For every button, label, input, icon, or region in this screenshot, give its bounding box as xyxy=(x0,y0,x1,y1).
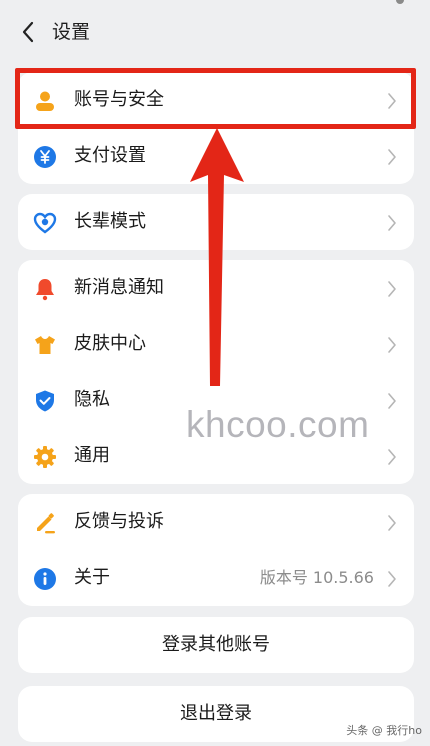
chevron-right-icon xyxy=(386,213,398,233)
chevron-right-icon xyxy=(386,279,398,299)
row-label: 关于 xyxy=(74,567,110,588)
credit-label: 头条 @ 我行ho xyxy=(346,724,422,737)
top-bar: 设置 xyxy=(0,0,430,64)
chevron-right-icon xyxy=(386,147,398,167)
chevron-right-icon xyxy=(386,447,398,467)
watermark: khcoo.com xyxy=(186,404,370,445)
row-label: 新消息通知 xyxy=(74,277,164,298)
switch-account-button[interactable]: 登录其他账号 xyxy=(18,617,414,673)
row-feedback[interactable]: 反馈与投诉 xyxy=(18,494,414,550)
row-label: 支付设置 xyxy=(74,145,146,166)
arrow-up-icon xyxy=(190,128,244,386)
yuan-icon xyxy=(32,144,58,170)
chevron-right-icon xyxy=(386,391,398,411)
version-number: 版本号 10.5.66 xyxy=(259,568,374,587)
pencil-icon xyxy=(32,510,58,536)
chevron-right-icon xyxy=(386,513,398,533)
row-label: 通用 xyxy=(74,445,110,466)
person-icon xyxy=(32,88,58,114)
row-about[interactable]: 关于 版本号 10.5.66 xyxy=(18,550,414,606)
back-button[interactable] xyxy=(14,18,42,46)
shield-check-icon xyxy=(32,388,58,414)
row-label: 账号与安全 xyxy=(74,89,164,110)
row-label: 长辈模式 xyxy=(74,211,146,232)
gear-icon xyxy=(32,444,58,470)
row-label: 隐私 xyxy=(74,389,110,410)
row-label: 反馈与投诉 xyxy=(74,511,164,532)
row-label: 皮肤中心 xyxy=(74,333,146,354)
chevron-left-icon xyxy=(22,21,34,43)
tshirt-icon xyxy=(32,332,58,358)
chevron-right-icon xyxy=(386,91,398,111)
heart-care-icon xyxy=(32,210,58,236)
chevron-right-icon xyxy=(386,569,398,589)
chevron-right-icon xyxy=(386,335,398,355)
bell-icon xyxy=(32,276,58,302)
info-icon xyxy=(32,566,58,592)
support-card: 反馈与投诉 关于 版本号 10.5.66 xyxy=(18,494,414,606)
row-account-security[interactable]: 账号与安全 xyxy=(18,72,414,128)
page-title: 设置 xyxy=(52,21,91,43)
status-indicator xyxy=(396,0,404,4)
